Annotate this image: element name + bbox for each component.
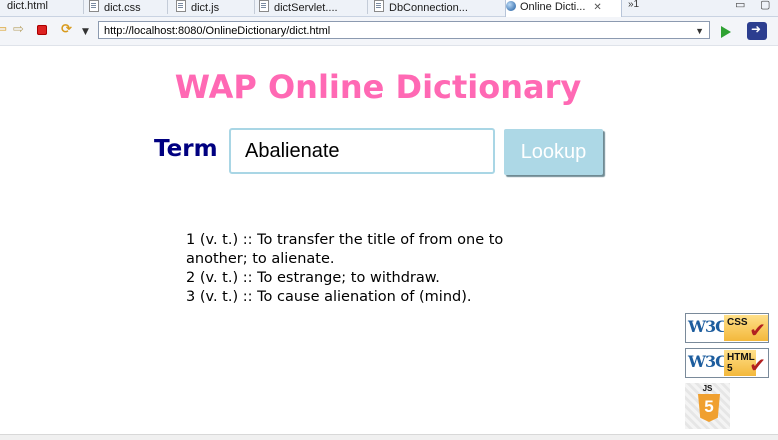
stop-icon[interactable]	[37, 25, 47, 35]
tab-dict-servlet[interactable]: dictServlet....	[259, 0, 338, 16]
tab-overflow-indicator[interactable]: »1	[628, 0, 639, 10]
definition-item: 3 (v. t.) :: To cause alienation of (min…	[186, 289, 472, 305]
check-icon: ✔	[749, 353, 766, 377]
file-icon	[259, 0, 269, 12]
url-text: http://localhost:8080/OnlineDictionary/d…	[104, 25, 331, 37]
dropdown-arrow-icon[interactable]: ▼	[82, 24, 89, 40]
tab-separator	[83, 0, 84, 14]
tab-separator	[167, 0, 168, 14]
status-bar	[0, 434, 778, 440]
js-version-number: 5	[704, 397, 714, 416]
w3c-html5-badge[interactable]: W3C HTML 5 ✔	[685, 348, 769, 378]
maximize-icon[interactable]: ▢	[760, 0, 770, 11]
tab-label: dict.css	[104, 2, 141, 14]
tab-label: dict.js	[191, 2, 220, 14]
tab-dict-css[interactable]: dict.css	[89, 0, 141, 16]
tab-label: DbConnection...	[389, 2, 468, 14]
definition-item: 2 (v. t.) :: To estrange; to withdraw.	[186, 270, 440, 286]
file-icon	[374, 0, 384, 12]
browser-toolbar: ⇦ ⇨ ⟳ ▼ http://localhost:8080/OnlineDict…	[0, 17, 778, 46]
chevron-down-icon[interactable]: ▼	[695, 22, 704, 40]
w3c-logo: W3C	[688, 352, 728, 371]
refresh-icon[interactable]: ⟳	[61, 22, 72, 38]
back-icon[interactable]: ⇦	[0, 22, 7, 38]
js-shield-icon: 5	[698, 394, 720, 422]
term-label: Term	[154, 136, 218, 162]
definition-list: 1 (v. t.) :: To transfer the title of fr…	[186, 231, 546, 307]
page-title: WAP Online Dictionary	[174, 68, 582, 106]
js5-badge[interactable]: JS 5	[685, 383, 730, 429]
js-label: JS	[702, 384, 713, 393]
check-icon: ✔	[749, 318, 766, 342]
open-external-browser-icon[interactable]	[747, 22, 767, 40]
editor-tab-bar: dict.html dict.css dict.js dictServlet..…	[0, 0, 778, 17]
w3c-css-badge[interactable]: W3C CSS ✔	[685, 313, 769, 343]
lookup-button[interactable]: Lookup	[504, 129, 603, 175]
tab-dict-js[interactable]: dict.js	[176, 0, 219, 16]
term-input[interactable]	[229, 128, 495, 174]
w3c-logo: W3C	[688, 317, 728, 336]
file-icon	[89, 0, 99, 12]
close-icon[interactable]: ✕	[593, 2, 601, 13]
globe-icon	[506, 1, 516, 11]
tab-separator	[367, 0, 368, 14]
tab-dict-html[interactable]: dict.html	[7, 0, 48, 16]
forward-icon[interactable]: ⇨	[13, 22, 24, 38]
tab-label: Online Dicti...	[520, 1, 586, 13]
minimize-icon[interactable]: ▭	[735, 0, 745, 11]
definition-item: 1 (v. t.) :: To transfer the title of fr…	[186, 232, 504, 267]
tab-label: dictServlet....	[274, 2, 338, 14]
tab-db-connection[interactable]: DbConnection...	[374, 0, 468, 16]
css-label-text: CSS	[727, 317, 748, 328]
file-icon	[176, 0, 186, 12]
go-icon[interactable]	[721, 26, 731, 38]
tab-online-dictionary[interactable]: Online Dicti... ✕	[505, 0, 622, 17]
address-bar[interactable]: http://localhost:8080/OnlineDictionary/d…	[98, 21, 710, 39]
tab-label: dict.html	[7, 0, 48, 12]
tab-separator	[254, 0, 255, 14]
